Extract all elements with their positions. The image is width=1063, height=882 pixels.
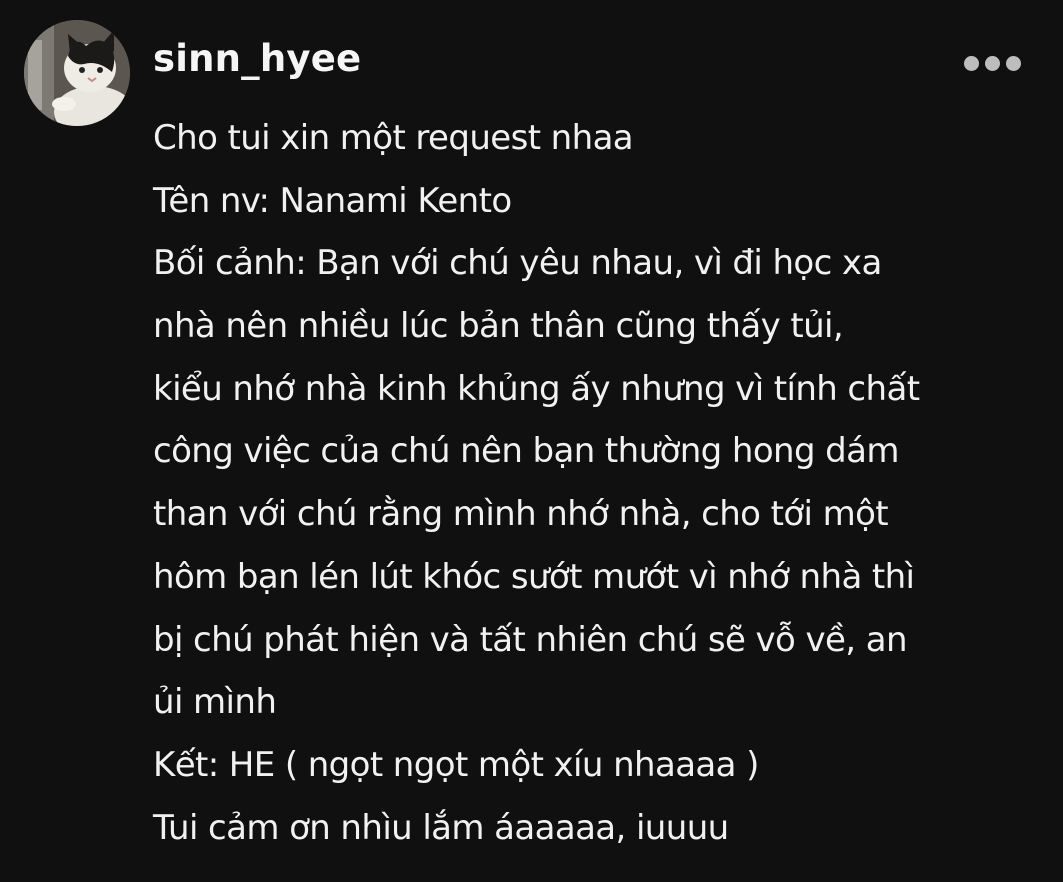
comment-line: Tui cảm ơn nhìu lắm áaaaaa, iuuuu — [153, 807, 729, 848]
comment-line: bị chú phát hiện và tất nhiên chú sẽ vỗ … — [153, 619, 908, 660]
comment-line: Kết: HE ( ngọt ngọt một xíu nhaaaa ) — [153, 744, 759, 785]
comment-line: Bối cảnh: Bạn với chú yêu nhau, vì đi họ… — [153, 243, 882, 284]
comment: sinn_hyee Cho tui xin một request nhaa T… — [0, 0, 1063, 882]
avatar[interactable] — [24, 20, 130, 126]
more-options-button[interactable] — [955, 46, 1029, 80]
comment-text: Cho tui xin một request nhaa Tên nv: Nan… — [153, 107, 1053, 859]
comment-line: than với chú rằng mình nhớ nhà, cho tới … — [153, 494, 889, 535]
more-horizontal-icon — [984, 55, 1000, 71]
username[interactable]: sinn_hyee — [153, 40, 361, 77]
comment-line: ủi mình — [153, 682, 277, 723]
comment-line: nhà nên nhiều lúc bản thân cũng thấy tủi… — [153, 306, 844, 347]
more-horizontal-icon — [963, 55, 979, 71]
comment-line: Cho tui xin một request nhaa — [153, 118, 634, 158]
cat-photo-avatar-icon — [24, 20, 130, 126]
comment-line: kiểu nhớ nhà kinh khủng ấy nhưng vì tính… — [153, 368, 920, 409]
more-horizontal-icon — [1005, 55, 1021, 71]
comment-line: Tên nv: Nanami Kento — [153, 180, 512, 221]
comment-line: hôm bạn lén lút khóc sướt mướt vì nhớ nh… — [153, 556, 915, 597]
comment-line: công việc của chú nên bạn thường hong dá… — [153, 431, 900, 472]
